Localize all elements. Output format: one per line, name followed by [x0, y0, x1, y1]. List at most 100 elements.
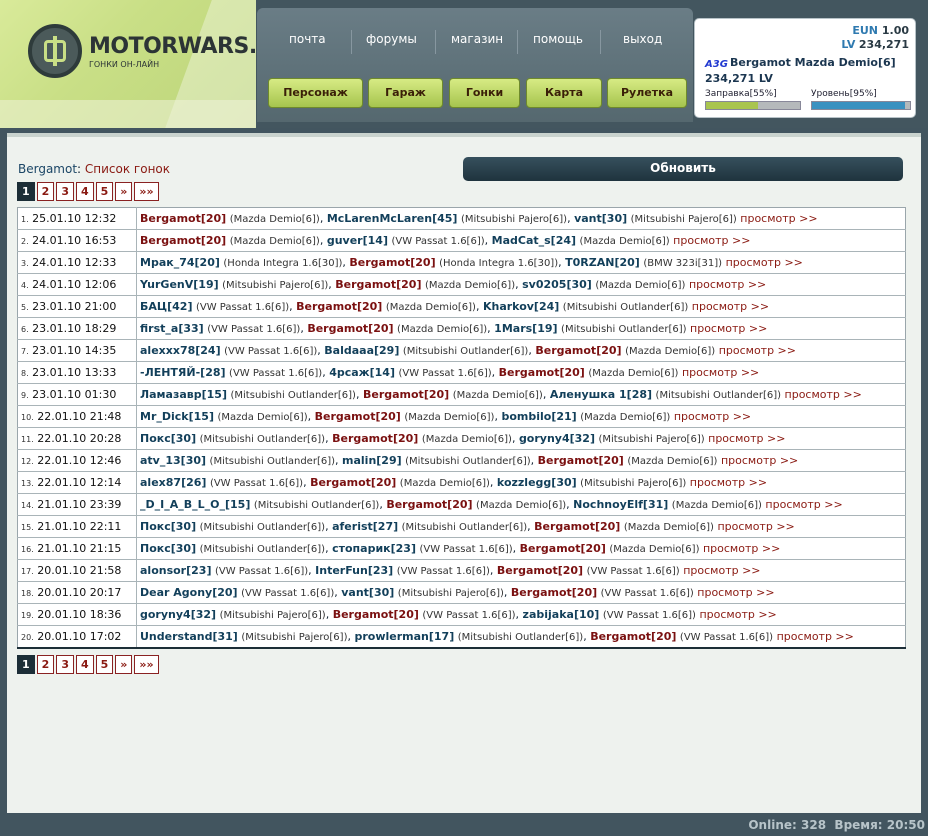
player-link[interactable]: Bergamot[20]	[363, 388, 449, 401]
player-link[interactable]: БАЦ[42]	[140, 300, 192, 313]
races-button[interactable]: Гонки	[449, 78, 520, 108]
view-race-link[interactable]: просмотр >>	[785, 388, 862, 401]
nav-help[interactable]: помощь	[533, 32, 583, 46]
garage-button[interactable]: Гараж	[368, 78, 443, 108]
player-link[interactable]: Покс[30]	[140, 520, 196, 533]
player-link[interactable]: bombilo[21]	[501, 410, 576, 423]
page-user[interactable]: Bergamot	[18, 162, 77, 176]
page-link[interactable]: »	[115, 655, 133, 674]
page-link[interactable]: 3	[56, 182, 74, 201]
roulette-button[interactable]: Рулетка	[607, 78, 687, 108]
player-link[interactable]: vant[30]	[341, 586, 394, 599]
player-link[interactable]: Bergamot[20]	[310, 476, 396, 489]
player-link[interactable]: alonsor[23]	[140, 564, 212, 577]
player-link[interactable]: Bergamot[20]	[315, 410, 401, 423]
player-link[interactable]: atv_13[30]	[140, 454, 206, 467]
player-link[interactable]: NochnoyElf[31]	[573, 498, 668, 511]
page-link[interactable]: 5	[95, 655, 114, 674]
player-link[interactable]: Аленушка 1[28]	[550, 388, 652, 401]
player-link[interactable]: MadCat_s[24]	[492, 234, 576, 247]
view-race-link[interactable]: просмотр >>	[692, 300, 769, 313]
player-link[interactable]: kozzlegg[30]	[497, 476, 577, 489]
player-link[interactable]: InterFun[23]	[315, 564, 393, 577]
page-link[interactable]: 2	[36, 182, 55, 201]
refresh-button[interactable]: Обновить	[463, 157, 903, 181]
nav-forums[interactable]: форумы	[366, 32, 417, 46]
player-link[interactable]: guver[14]	[327, 234, 388, 247]
character-button[interactable]: Персонаж	[268, 78, 363, 108]
player-link[interactable]: T0RZAN[20]	[565, 256, 640, 269]
player-link[interactable]: Bergamot[20]	[349, 256, 435, 269]
page-link[interactable]: 1	[17, 655, 35, 674]
player-link[interactable]: Bergamot[20]	[534, 520, 620, 533]
page-link[interactable]: 5	[95, 182, 114, 201]
player-link[interactable]: goryny4[32]	[519, 432, 595, 445]
view-race-link[interactable]: просмотр >>	[674, 410, 751, 423]
player-link[interactable]: Bergamot[20]	[140, 234, 226, 247]
player-link[interactable]: McLarenMcLaren[45]	[327, 212, 458, 225]
player-link[interactable]: Bergamot[20]	[590, 630, 676, 643]
page-link[interactable]: 4	[75, 182, 94, 201]
player-link[interactable]: Bergamot[20]	[296, 300, 382, 313]
player-link[interactable]: Bergamot[20]	[307, 322, 393, 335]
player-link[interactable]: Ламазавр[15]	[140, 388, 227, 401]
player-link[interactable]: Bergamot[20]	[386, 498, 472, 511]
page-link[interactable]: 4	[75, 655, 94, 674]
view-race-link[interactable]: просмотр >>	[740, 212, 817, 225]
player-link[interactable]: first_a[33]	[140, 322, 204, 335]
player-link[interactable]: Mr_Dick[15]	[140, 410, 214, 423]
view-race-link[interactable]: просмотр >>	[699, 608, 776, 621]
player-link[interactable]: стопарик[23]	[332, 542, 416, 555]
player-link[interactable]: vant[30]	[574, 212, 627, 225]
player-link[interactable]: Bergamot[20]	[511, 586, 597, 599]
view-race-link[interactable]: просмотр >>	[683, 564, 760, 577]
player-link[interactable]: goryny4[32]	[140, 608, 216, 621]
player-link[interactable]: Kharkov[24]	[483, 300, 559, 313]
view-race-link[interactable]: просмотр >>	[717, 520, 794, 533]
player-link[interactable]: alexxx78[24]	[140, 344, 221, 357]
player-link[interactable]: -ЛЕНТЯЙ-[28]	[140, 366, 226, 379]
player-link[interactable]: YurGenV[19]	[140, 278, 219, 291]
player-link[interactable]: zabijaka[10]	[523, 608, 600, 621]
view-race-link[interactable]: просмотр >>	[682, 366, 759, 379]
player-link[interactable]: Bergamot[20]	[332, 432, 418, 445]
view-race-link[interactable]: просмотр >>	[690, 322, 767, 335]
player-link[interactable]: Bergamot[20]	[520, 542, 606, 555]
player-link[interactable]: Bergamot[20]	[335, 278, 421, 291]
player-link[interactable]: aferist[27]	[332, 520, 398, 533]
view-race-link[interactable]: просмотр >>	[673, 234, 750, 247]
nav-shop[interactable]: магазин	[451, 32, 503, 46]
player-link[interactable]: Bergamot[20]	[499, 366, 585, 379]
view-race-link[interactable]: просмотр >>	[721, 454, 798, 467]
player-link[interactable]: prowlerman[17]	[354, 630, 454, 643]
view-race-link[interactable]: просмотр >>	[697, 586, 774, 599]
view-race-link[interactable]: просмотр >>	[690, 476, 767, 489]
nav-mail[interactable]: почта	[289, 32, 326, 46]
player-link[interactable]: Dear Agony[20]	[140, 586, 238, 599]
user-name-car[interactable]: Bergamot Mazda Demio[6]	[730, 56, 896, 69]
player-link[interactable]: alex87[26]	[140, 476, 206, 489]
player-link[interactable]: Bergamot[20]	[333, 608, 419, 621]
player-link[interactable]: Мрак_74[20]	[140, 256, 220, 269]
logo[interactable]: MOTORWARS.RU ГОНКИ ОН-ЛАЙН	[0, 0, 256, 128]
player-link[interactable]: Покс[30]	[140, 432, 196, 445]
view-race-link[interactable]: просмотр >>	[719, 344, 796, 357]
page-link[interactable]: »»	[134, 655, 159, 674]
player-link[interactable]: sv0205[30]	[522, 278, 592, 291]
player-link[interactable]: Bergamot[20]	[140, 212, 226, 225]
player-link[interactable]: Bergamot[20]	[538, 454, 624, 467]
page-link[interactable]: 3	[56, 655, 74, 674]
player-link[interactable]: Покс[30]	[140, 542, 196, 555]
map-button[interactable]: Карта	[526, 78, 602, 108]
player-link[interactable]: malin[29]	[342, 454, 402, 467]
view-race-link[interactable]: просмотр >>	[703, 542, 780, 555]
view-race-link[interactable]: просмотр >>	[777, 630, 854, 643]
page-link[interactable]: 2	[36, 655, 55, 674]
clan-icon[interactable]: A3G	[705, 59, 728, 70]
view-race-link[interactable]: просмотр >>	[708, 432, 785, 445]
view-race-link[interactable]: просмотр >>	[726, 256, 803, 269]
player-link[interactable]: Understand[31]	[140, 630, 238, 643]
view-race-link[interactable]: просмотр >>	[765, 498, 842, 511]
nav-exit[interactable]: выход	[623, 32, 662, 46]
page-link[interactable]: »»	[134, 182, 159, 201]
